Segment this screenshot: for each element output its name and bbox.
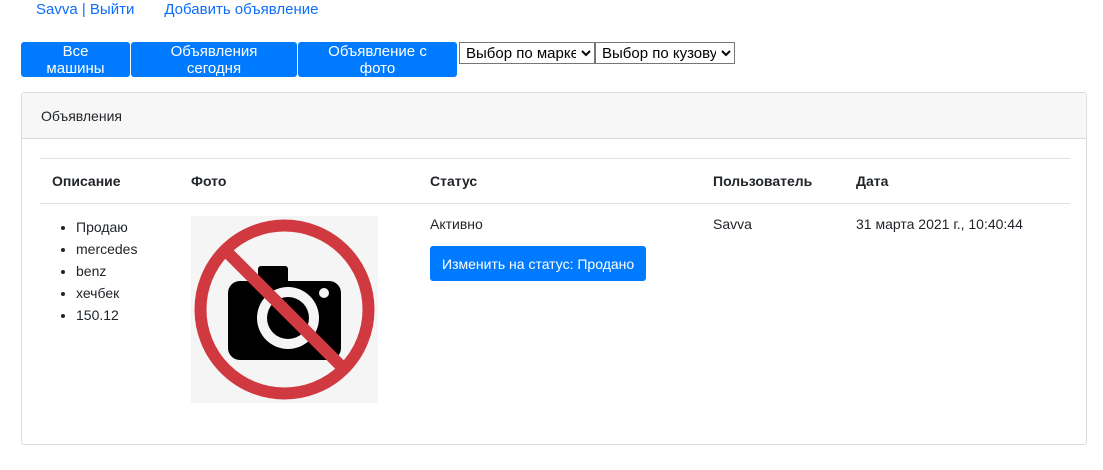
column-date: Дата	[844, 158, 1070, 204]
user-logout-link[interactable]: Savva | Выйти	[36, 0, 134, 22]
filter-toolbar: Все машины Объявления сегодня Объявление…	[21, 42, 735, 77]
column-user: Пользователь	[701, 158, 844, 204]
listings-table: Описание Фото Статус Пользователь Дата П…	[40, 158, 1070, 415]
body-type-select[interactable]: Выбор по кузову	[595, 42, 735, 64]
description-list: Продаю mercedes benz хечбек 150.12	[40, 216, 167, 326]
all-cars-button[interactable]: Все машины	[21, 42, 130, 77]
list-item: хечбек	[76, 282, 167, 304]
brand-select[interactable]: Выбор по марке	[459, 42, 595, 64]
list-item: mercedes	[76, 238, 167, 260]
photo-cell	[179, 204, 418, 416]
date-cell: 31 марта 2021 г., 10:40:44	[856, 216, 1023, 232]
status-text: Активно	[430, 216, 483, 232]
status-cell: Активно Изменить на статус: Продано	[418, 204, 701, 416]
top-nav: Savva | Выйти Добавить объявление	[36, 0, 318, 22]
list-item: benz	[76, 260, 167, 282]
user-cell: Savva	[713, 216, 752, 232]
photo-listings-button[interactable]: Объявление с фото	[298, 42, 457, 77]
column-description: Описание	[40, 158, 179, 204]
table-header-row: Описание Фото Статус Пользователь Дата	[40, 158, 1070, 204]
list-item: Продаю	[76, 216, 167, 238]
description-cell: Продаю mercedes benz хечбек 150.12	[40, 204, 179, 416]
column-photo: Фото	[179, 158, 418, 204]
listings-card: Объявления Описание Фото Статус Пользова…	[21, 92, 1087, 445]
table-row: Продаю mercedes benz хечбек 150.12	[40, 204, 1070, 416]
add-listing-link[interactable]: Добавить объявление	[164, 0, 318, 22]
list-item: 150.12	[76, 304, 167, 326]
column-status: Статус	[418, 158, 701, 204]
no-photo-icon	[191, 216, 378, 403]
card-header: Объявления	[22, 93, 1086, 139]
change-status-button[interactable]: Изменить на статус: Продано	[430, 246, 647, 281]
today-listings-button[interactable]: Объявления сегодня	[131, 42, 297, 77]
